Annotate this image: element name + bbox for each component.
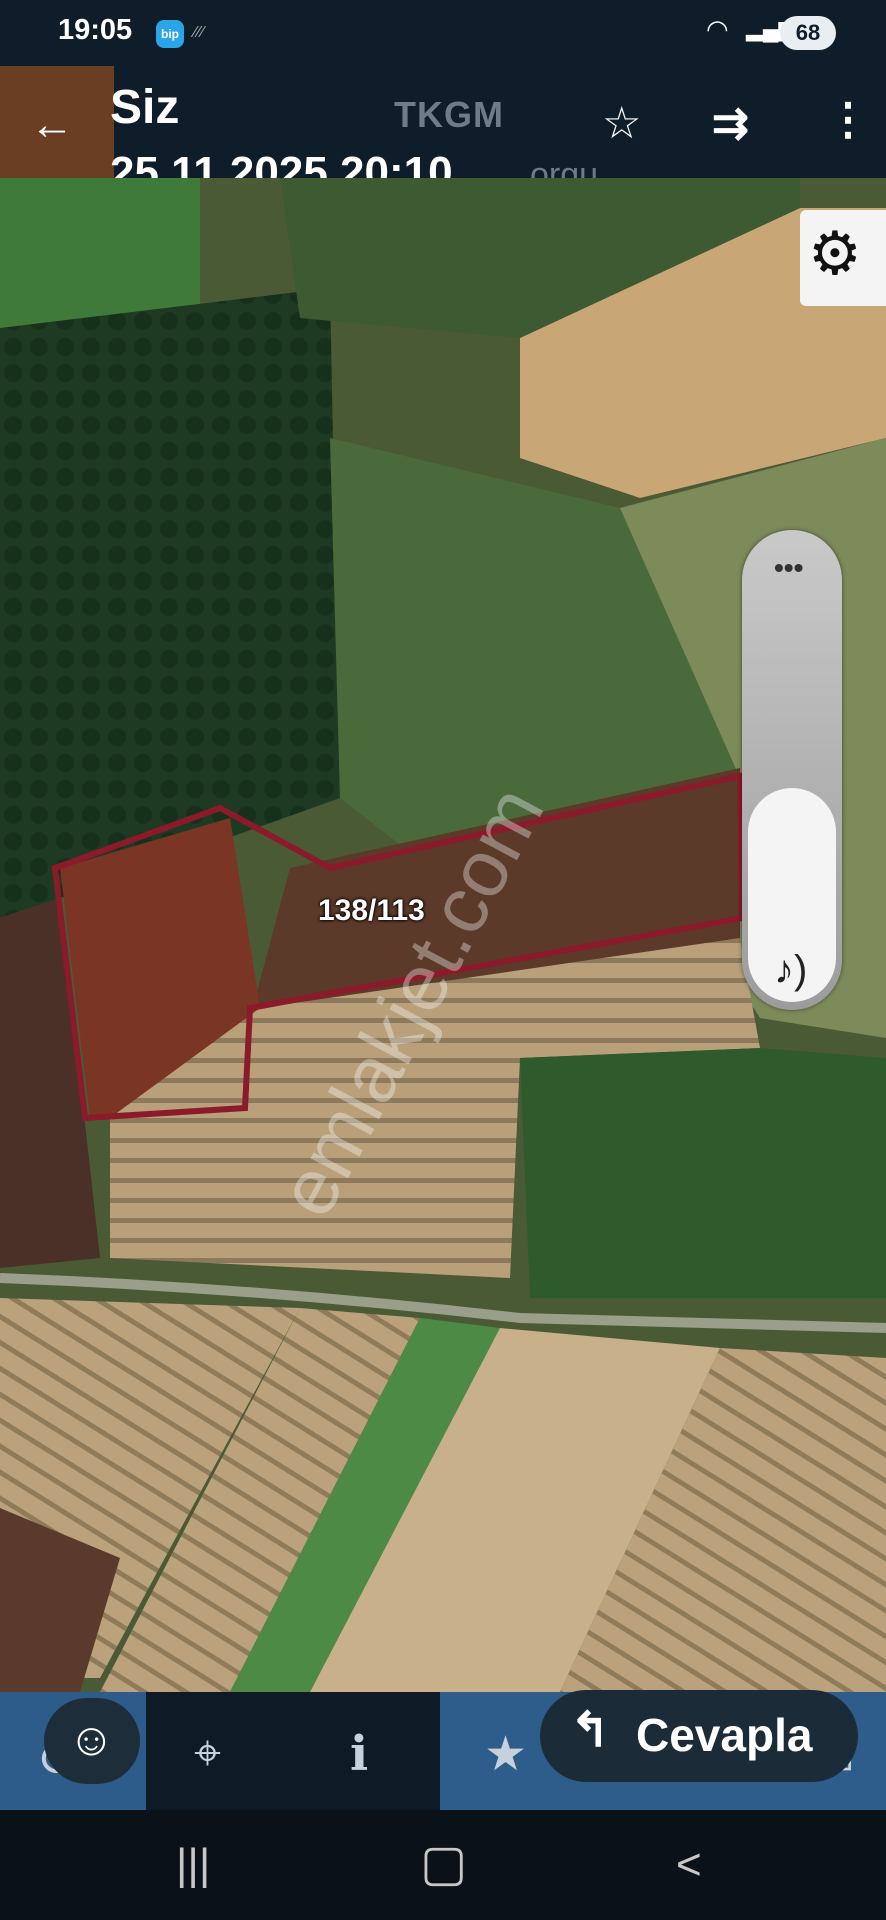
recent-apps-icon[interactable]: |||	[176, 1840, 210, 1890]
reply-button[interactable]: ↰ Cevapla	[540, 1690, 858, 1782]
settings-button[interactable]: ⚙	[800, 210, 886, 306]
parcel-number-label: 138/113	[318, 894, 425, 927]
home-icon[interactable]: ▢	[420, 1834, 467, 1892]
crosshair-icon: ⌖	[194, 1727, 222, 1780]
emoji-reaction-button[interactable]: ☺	[44, 1698, 140, 1784]
volume-slider-handle[interactable]: ♪)	[748, 788, 836, 1002]
status-bar: 19:05 bip ⁄⁄⁄ ◠ ▂▄▆ 68	[0, 0, 886, 66]
status-time: 19:05	[58, 14, 133, 46]
reply-arrow-icon: ↰	[570, 1704, 611, 1757]
message-viewer-header: TKGM orgu ← Siz 25.11.2025 20:10 ☆ ⇉ ⋮	[0, 66, 886, 197]
wifi-icon: ◠	[706, 14, 729, 44]
bip-app-icon: bip	[156, 20, 184, 48]
system-navigation-bar: ||| ▢ <	[0, 1810, 886, 1920]
notification-dots-icon: ⁄⁄⁄	[194, 24, 206, 41]
toolbar-segment-location[interactable]: ⌖ i	[146, 1692, 440, 1810]
add-emoji-icon: ☺	[68, 1713, 115, 1765]
reply-label: Cevapla	[636, 1709, 813, 1761]
gear-icon: ⚙	[808, 220, 862, 287]
background-app-title: TKGM	[394, 94, 504, 135]
star-filled-icon: ★	[484, 1728, 528, 1781]
forward-icon[interactable]: ⇉	[712, 98, 749, 149]
more-horiz-icon[interactable]: •••	[774, 552, 803, 584]
sender-name: Siz	[110, 81, 180, 134]
volume-slider[interactable]: ••• ♪)	[742, 530, 842, 1010]
more-vert-icon[interactable]: ⋮	[826, 94, 870, 145]
music-note-icon: ♪)	[774, 948, 808, 992]
battery-indicator: 68	[780, 16, 836, 50]
star-icon[interactable]: ☆	[602, 98, 641, 149]
info-icon: i	[350, 1726, 369, 1782]
back-nav-icon[interactable]: <	[676, 1840, 702, 1890]
back-arrow-icon[interactable]: ←	[30, 100, 74, 150]
